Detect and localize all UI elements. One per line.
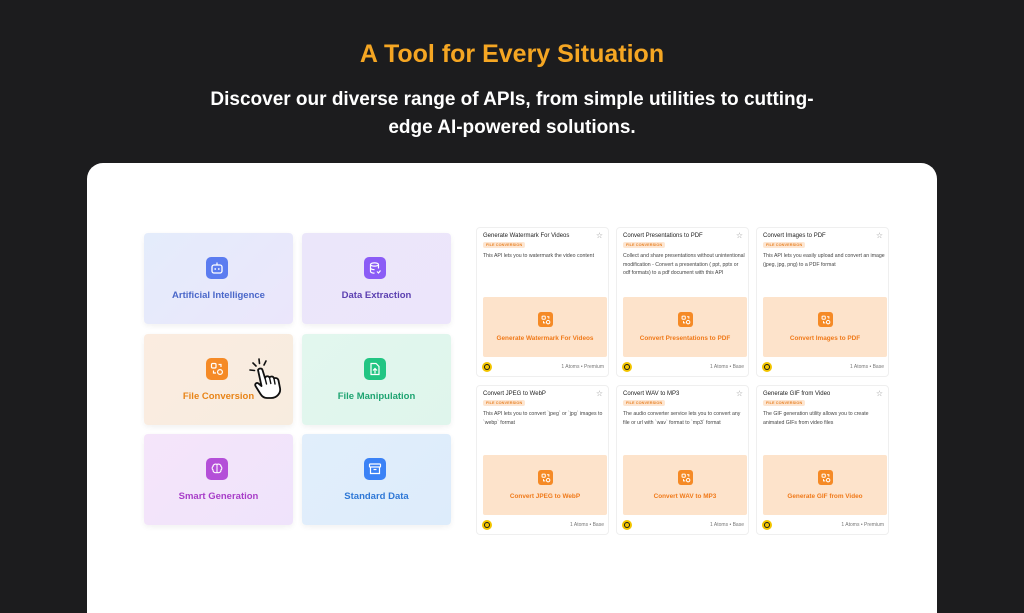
card-meta: 1 Atoms • Base	[710, 522, 744, 528]
card-title: Convert JPEG to WebP	[483, 391, 546, 397]
category-label: Artificial Intelligence	[172, 290, 265, 301]
card-thumbnail[interactable]: Convert JPEG to WebP	[483, 455, 607, 515]
showcase-panel: Artificial Intelligence Data Extraction …	[87, 163, 937, 613]
category-smart-generation[interactable]: Smart Generation	[144, 434, 293, 525]
card-thumbnail[interactable]: Convert Presentations to PDF	[623, 297, 747, 357]
provider-logo-icon	[482, 362, 492, 372]
star-icon[interactable]: ☆	[596, 231, 603, 240]
card-meta: 1 Atoms • Base	[850, 364, 884, 370]
category-standard-data[interactable]: Standard Data	[302, 434, 451, 525]
star-icon[interactable]: ☆	[876, 389, 883, 398]
convert-icon	[818, 312, 833, 327]
card-meta: 1 Atoms • Premium	[841, 522, 884, 528]
section-subtitle: Discover our diverse range of APIs, from…	[210, 89, 814, 138]
card-thumbnail[interactable]: Generate Watermark For Videos	[483, 297, 607, 357]
card-title: Convert WAV to MP3	[623, 391, 680, 397]
database-icon	[364, 257, 386, 279]
star-icon[interactable]: ☆	[736, 231, 743, 240]
thumbnail-label: Convert Presentations to PDF	[639, 335, 731, 342]
provider-logo-icon	[622, 520, 632, 530]
convert-icon	[538, 470, 553, 485]
api-card[interactable]: Generate GIF from Video ☆ FILE CONVERSIO…	[756, 385, 889, 535]
thumbnail-label: Generate Watermark For Videos	[496, 335, 594, 342]
api-card[interactable]: Generate Watermark For Videos ☆ FILE CON…	[476, 227, 609, 377]
category-file-manipulation[interactable]: File Manipulation	[302, 334, 451, 425]
archive-icon	[364, 458, 386, 480]
card-title: Generate Watermark For Videos	[483, 233, 570, 239]
card-description: Collect and share presentations without …	[623, 253, 745, 276]
convert-icon	[818, 470, 833, 485]
thumbnail-label: Convert WAV to MP3	[653, 493, 717, 500]
card-description: The audio converter service lets you to …	[623, 411, 741, 426]
category-badge: FILE CONVERSION	[763, 400, 806, 406]
card-meta: 1 Atoms • Base	[710, 364, 744, 370]
provider-logo-icon	[622, 362, 632, 372]
card-thumbnail[interactable]: Generate GIF from Video	[763, 455, 887, 515]
category-badge: FILE CONVERSION	[623, 242, 666, 248]
api-card[interactable]: Convert WAV to MP3 ☆ FILE CONVERSION The…	[616, 385, 749, 535]
thumbnail-label: Convert JPEG to WebP	[509, 493, 581, 500]
provider-logo-icon	[762, 520, 772, 530]
section-title: A Tool for Every Situation	[359, 40, 665, 68]
thumbnail-label: Convert Images to PDF	[789, 335, 861, 342]
api-card[interactable]: Convert JPEG to WebP ☆ FILE CONVERSION T…	[476, 385, 609, 535]
category-badge: FILE CONVERSION	[483, 242, 526, 248]
star-icon[interactable]: ☆	[876, 231, 883, 240]
category-label: Standard Data	[344, 491, 409, 502]
card-title: Convert Presentations to PDF	[623, 233, 703, 239]
convert-icon	[678, 470, 693, 485]
card-meta: 1 Atoms • Premium	[561, 364, 604, 370]
card-thumbnail[interactable]: Convert WAV to MP3	[623, 455, 747, 515]
hand-pointer-icon	[249, 358, 282, 399]
provider-logo-icon	[762, 362, 772, 372]
brain-icon	[206, 458, 228, 480]
api-card[interactable]: Convert Images to PDF ☆ FILE CONVERSION …	[756, 227, 889, 377]
category-label: Data Extraction	[341, 290, 412, 301]
star-icon[interactable]: ☆	[596, 389, 603, 398]
convert-icon	[538, 312, 553, 327]
card-title: Convert Images to PDF	[763, 233, 826, 239]
thumbnail-label: Generate GIF from Video	[787, 493, 863, 500]
category-badge: FILE CONVERSION	[483, 400, 526, 406]
robot-icon	[206, 257, 228, 279]
card-description: This API lets you to watermark the video…	[483, 253, 595, 259]
category-label: File Manipulation	[337, 391, 416, 402]
card-meta: 1 Atoms • Base	[570, 522, 604, 528]
card-description: The GIF generation utility allows you to…	[763, 411, 869, 426]
category-data-extraction[interactable]: Data Extraction	[302, 233, 451, 324]
provider-logo-icon	[482, 520, 492, 530]
card-title: Generate GIF from Video	[763, 391, 831, 397]
api-card[interactable]: Convert Presentations to PDF ☆ FILE CONV…	[616, 227, 749, 377]
card-description: This API lets you to convert `jpeg` or `…	[483, 411, 603, 426]
convert-icon	[678, 312, 693, 327]
category-artificial-intelligence[interactable]: Artificial Intelligence	[144, 233, 293, 324]
card-description: This API lets you easily upload and conv…	[763, 253, 885, 268]
category-label: Smart Generation	[178, 491, 259, 502]
file-edit-icon	[364, 358, 386, 380]
category-badge: FILE CONVERSION	[623, 400, 666, 406]
convert-icon	[206, 358, 228, 380]
star-icon[interactable]: ☆	[736, 389, 743, 398]
category-badge: FILE CONVERSION	[763, 242, 806, 248]
card-thumbnail[interactable]: Convert Images to PDF	[763, 297, 887, 357]
